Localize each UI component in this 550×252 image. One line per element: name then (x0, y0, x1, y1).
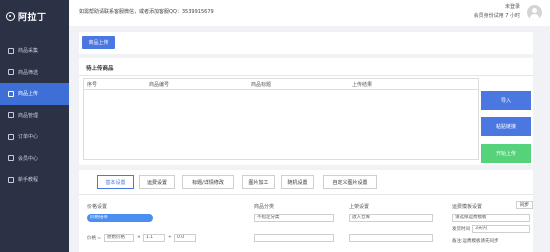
sidebar-item-member[interactable]: 会员中心 (0, 148, 69, 170)
tab-basic[interactable]: 基本设置 (97, 175, 134, 189)
column-header-title: 商品标题 (251, 82, 272, 88)
column-header-result: 上传结果 (352, 82, 373, 88)
divider (79, 75, 533, 76)
delivery-time-label: 发货时间 (452, 227, 470, 232)
tab-random[interactable]: 随机设置 (281, 175, 314, 189)
manage-icon (8, 112, 14, 119)
pending-card: 待上传商品 序号 商品编号 商品标题 上传结果 导入 粘贴链接 开始上传 (79, 58, 533, 165)
listing-input[interactable] (349, 234, 433, 242)
orders-icon (8, 133, 14, 140)
upload-icon (8, 90, 14, 97)
settings-card: 基本设置 运费设置 标题/详情修改 图片加工 随机设置 自定义图片设置 价格设置… (79, 170, 533, 252)
listing-label: 上架设置 (349, 204, 370, 210)
sidebar-item-label: 订单中心 (18, 134, 39, 141)
category-select[interactable]: 不指定分类 (254, 214, 334, 222)
sidebar-item-label: 商品采集 (18, 48, 39, 55)
sidebar-item-label: 商品上传 (18, 91, 39, 98)
settings-tabs: 基本设置 运费设置 标题/详情修改 图片加工 随机设置 自定义图片设置 (79, 175, 533, 192)
column-header-index: 序号 (87, 82, 98, 88)
logo-icon (6, 11, 15, 21)
sidebar-item-filter[interactable]: 商品筛选 (0, 62, 69, 84)
paste-link-button[interactable]: 粘贴链接 (481, 117, 531, 136)
tutorial-icon (8, 176, 14, 183)
price-mode-select[interactable]: 价格倍率 (87, 214, 153, 222)
upload-card: 商品上传 (79, 32, 533, 54)
pending-title: 待上传商品 (86, 66, 114, 72)
user-name[interactable]: 未登录 (474, 3, 520, 12)
app-logo: 阿拉丁 (6, 9, 47, 23)
sidebar-item-label: 商品筛选 (18, 69, 39, 76)
sync-button[interactable]: 同步 (516, 201, 533, 209)
tab-title-detail[interactable]: 标题/详情修改 (182, 175, 234, 189)
listing-select[interactable]: 放入仓库 (349, 214, 433, 222)
tab-custom-image[interactable]: 自定义图片设置 (323, 175, 377, 189)
sidebar-item-orders[interactable]: 订单中心 (0, 126, 69, 148)
shipping-template-select[interactable]: 请选择运费模板 (452, 214, 530, 222)
sidebar-item-label: 新手教程 (18, 177, 39, 184)
filter-icon (8, 69, 14, 76)
sidebar-item-collect[interactable]: 商品采集 (0, 40, 69, 62)
plus-sign: + (168, 235, 172, 240)
shipping-footer-note: 备注:运费模板请先同步 (452, 239, 499, 244)
category-input[interactable] (254, 234, 334, 242)
price-source-select[interactable]: 原始价格 (104, 234, 134, 242)
price-multiplier-input[interactable]: 1.1 (143, 234, 165, 242)
collect-icon (8, 47, 14, 54)
delivery-time-select[interactable]: 3天内 (472, 225, 530, 233)
app-logo-text: 阿拉丁 (18, 12, 47, 23)
table-header: 序号 商品编号 商品标题 上传结果 (84, 79, 478, 90)
member-icon (8, 155, 14, 162)
import-button[interactable]: 导入 (481, 91, 531, 110)
sidebar: 阿拉丁 商品采集 商品筛选 商品上传 商品管理 订单中心 会员中心 新手教程 (0, 0, 69, 252)
avatar[interactable] (527, 5, 542, 20)
price-settings-label: 价格设置 (87, 204, 108, 210)
multiply-sign: × (137, 235, 141, 240)
topbar: 如需帮助请联系客服微信，或者添加客服QQ：3539915679 未登录 会员身份… (69, 0, 550, 26)
pending-table: 序号 商品编号 商品标题 上传结果 (83, 78, 479, 160)
column-header-id: 商品编号 (149, 82, 170, 88)
sidebar-item-manage[interactable]: 商品管理 (0, 105, 69, 127)
price-addend-input[interactable]: 0.0 (174, 234, 196, 242)
price-formula-label: 价格 = (87, 236, 102, 241)
tab-image[interactable]: 图片加工 (242, 175, 275, 189)
upload-button[interactable]: 商品上传 (82, 36, 115, 49)
user-info: 未登录 会员身份试用 7 小时 (474, 3, 520, 21)
tab-shipping[interactable]: 运费设置 (139, 175, 175, 189)
sidebar-item-upload[interactable]: 商品上传 (0, 83, 69, 105)
start-upload-button[interactable]: 开始上传 (481, 144, 531, 163)
category-label: 商品分类 (254, 204, 275, 210)
sidebar-item-label: 会员中心 (18, 155, 39, 162)
sidebar-item-tutorial[interactable]: 新手教程 (0, 169, 69, 191)
user-status: 会员身份试用 7 小时 (473, 13, 520, 19)
sidebar-nav: 商品采集 商品筛选 商品上传 商品管理 订单中心 会员中心 新手教程 (0, 40, 69, 191)
divider (79, 194, 533, 195)
shipping-template-label: 运费模板设置 (452, 204, 483, 210)
sidebar-item-label: 商品管理 (18, 112, 39, 119)
support-notice: 如需帮助请联系客服微信，或者添加客服QQ：3539915679 (79, 9, 214, 15)
